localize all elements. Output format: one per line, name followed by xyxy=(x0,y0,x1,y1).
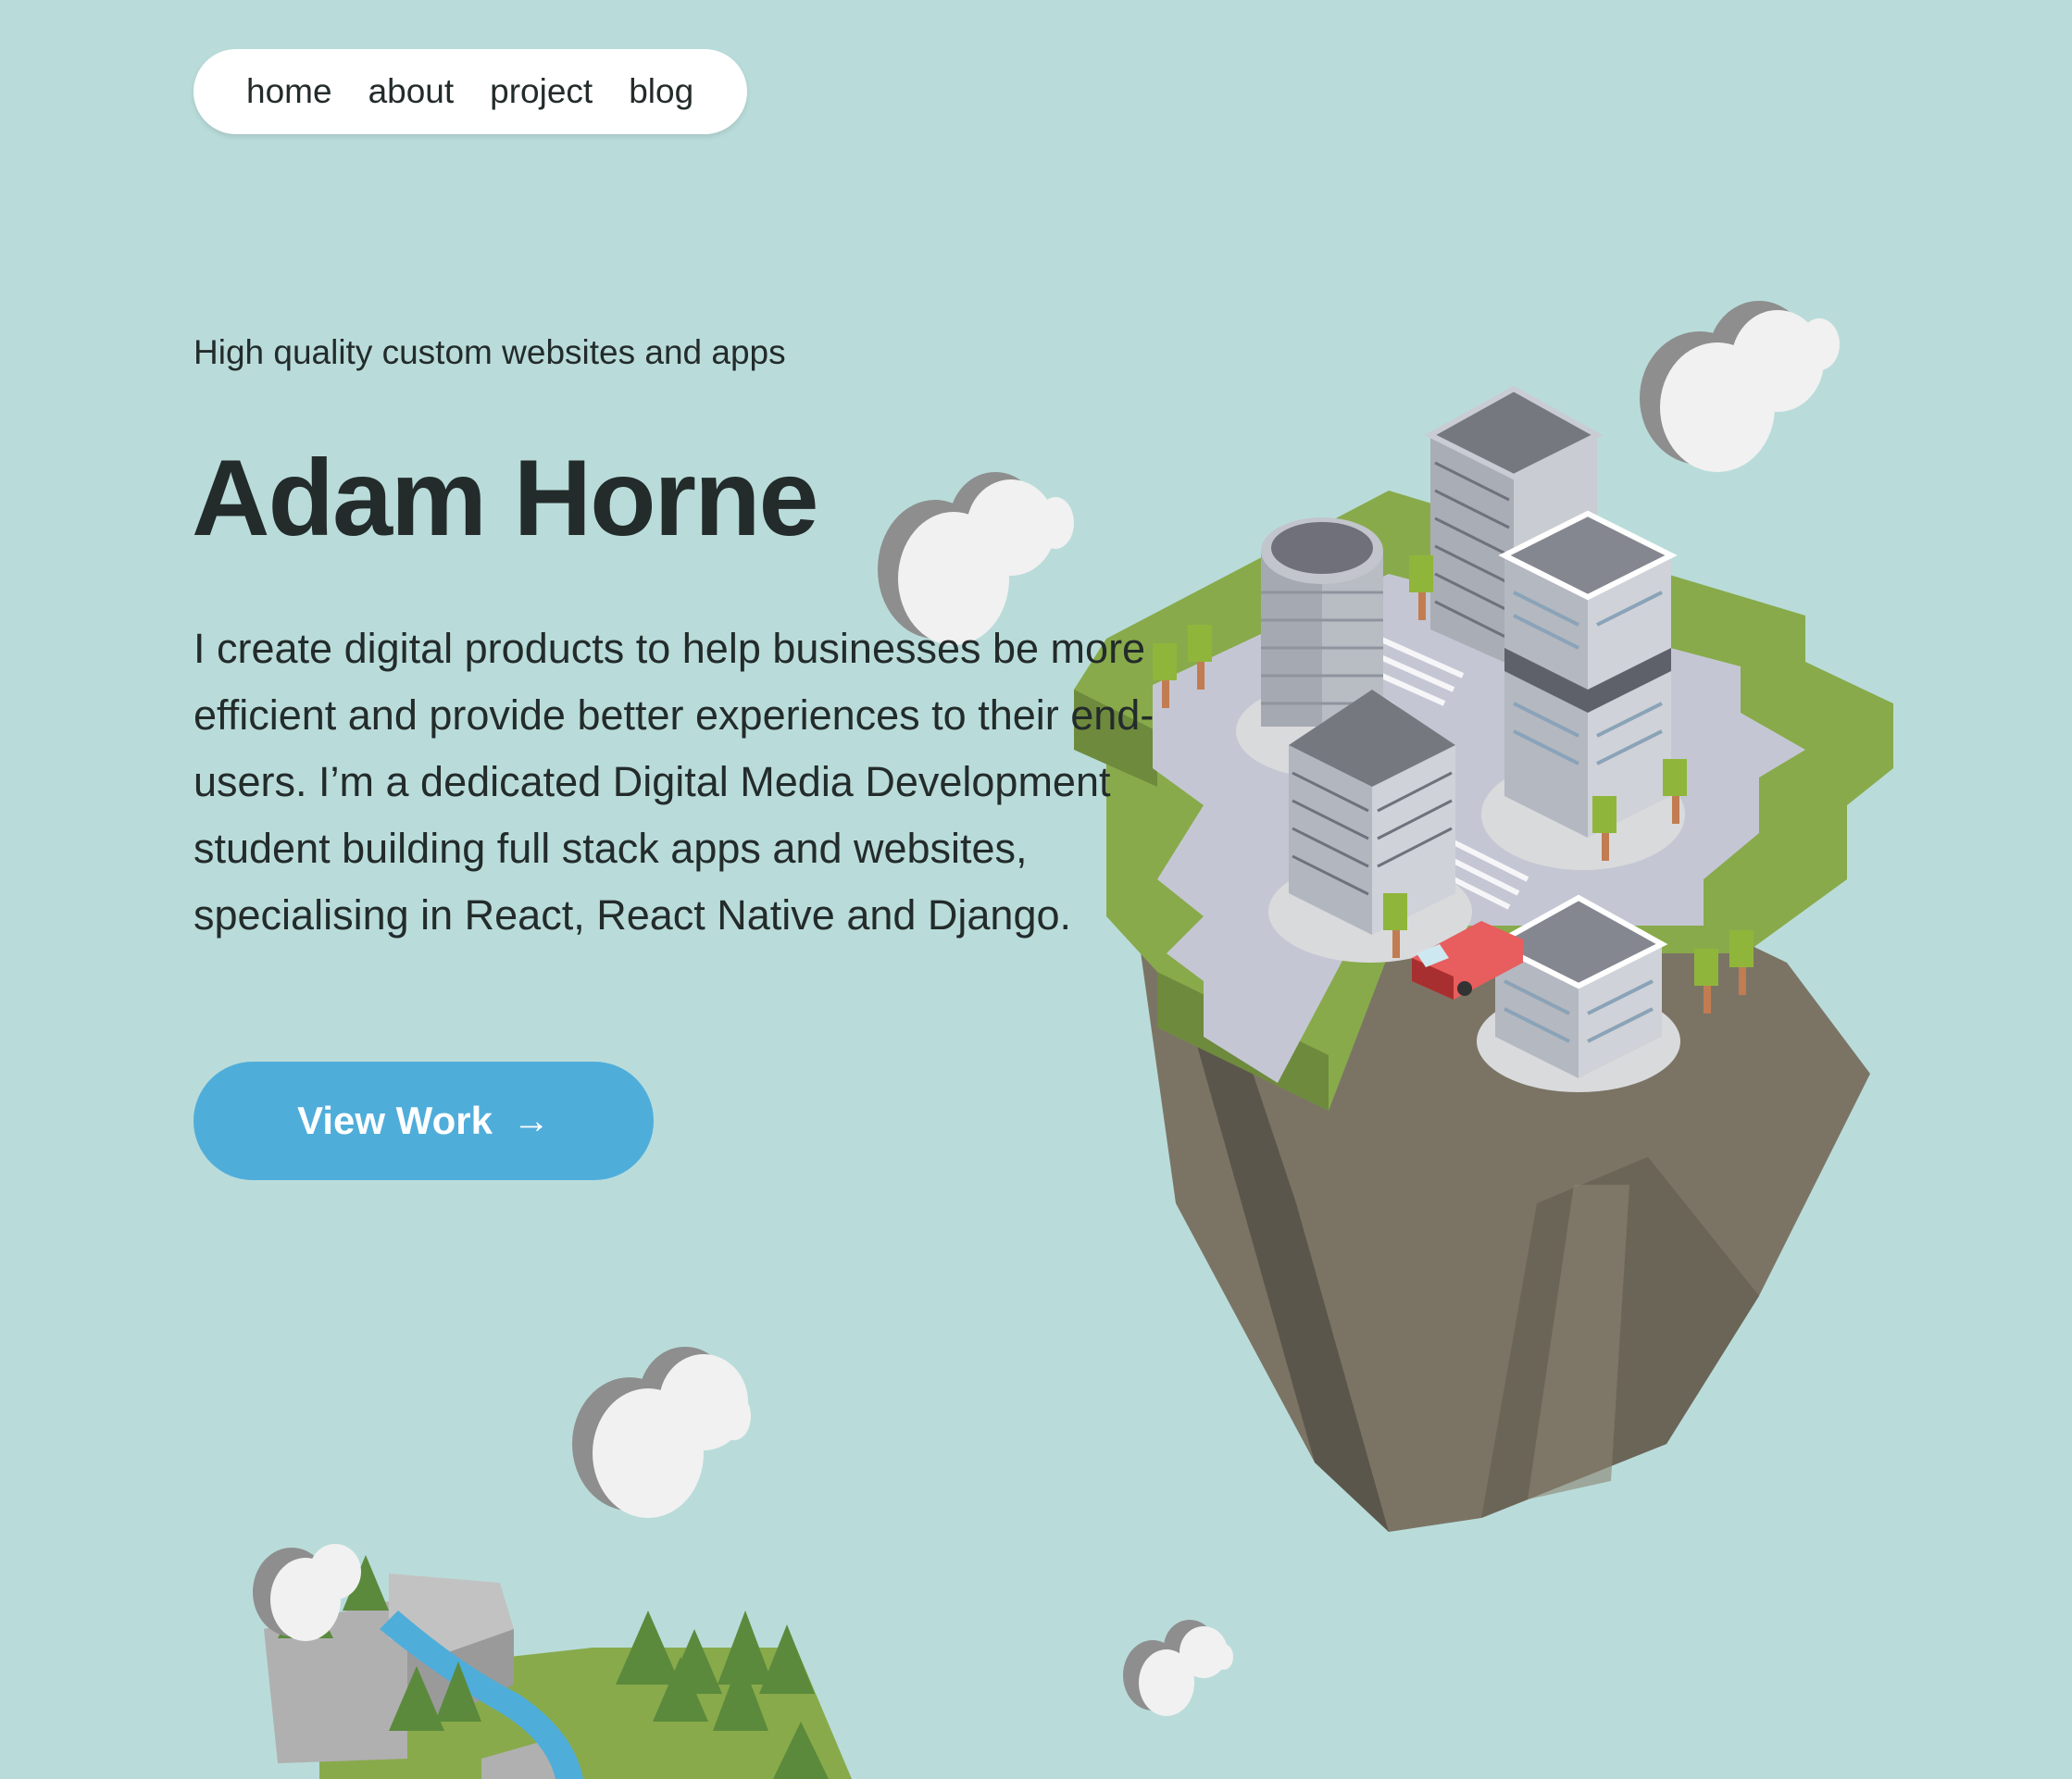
arrow-right-icon: → xyxy=(512,1100,550,1141)
view-work-button[interactable]: View Work → xyxy=(193,1062,654,1180)
view-work-label: View Work xyxy=(297,1099,493,1142)
forest-island xyxy=(253,1544,852,1779)
hero-bio: I create digital products to help busine… xyxy=(193,625,1155,939)
building-stacked xyxy=(1481,510,1685,870)
cloud-top-right xyxy=(1640,301,1840,472)
cloud-small-bottom xyxy=(1123,1620,1233,1716)
cloud-lower-left xyxy=(572,1347,751,1518)
